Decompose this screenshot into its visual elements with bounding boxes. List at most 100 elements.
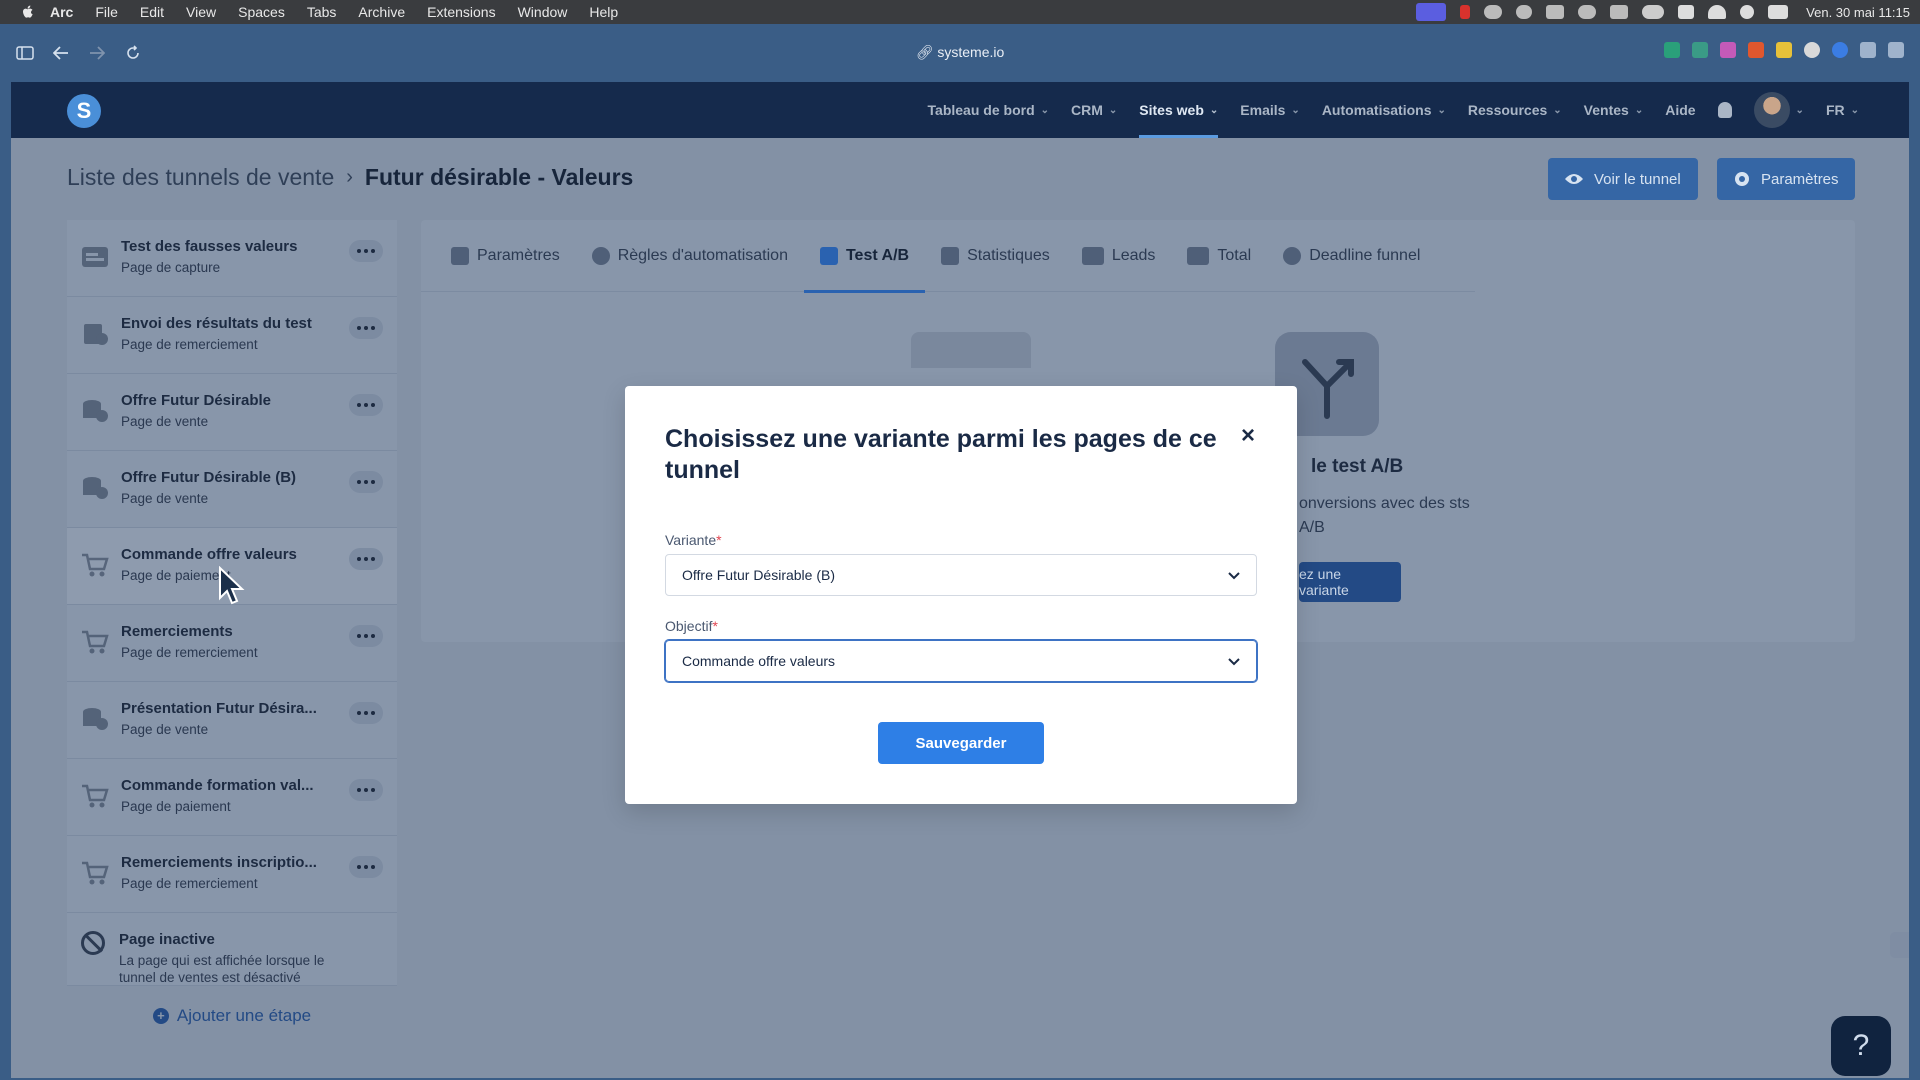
more-options-icon[interactable]	[349, 625, 383, 647]
step-type: Page de vente	[121, 491, 209, 506]
user-menu[interactable]: ⌄	[1753, 82, 1804, 138]
nav-emails[interactable]: Emails ⌄	[1240, 82, 1300, 138]
tab-automation-rules[interactable]: Règles d'automatisation	[591, 220, 788, 292]
objectif-select[interactable]: Commande offre valeurs	[665, 640, 1257, 682]
extension-icon[interactable]	[1860, 42, 1876, 58]
view-funnel-button[interactable]: Voir le tunnel	[1548, 158, 1698, 200]
menu-edit[interactable]: Edit	[140, 4, 164, 20]
variante-select[interactable]: Offre Futur Désirable (B)	[665, 554, 1257, 596]
nav-crm[interactable]: CRM ⌄	[1071, 82, 1117, 138]
link-icon: 🔗︎	[915, 44, 938, 60]
control-center-icon[interactable]	[1768, 5, 1789, 19]
close-icon[interactable]: ×	[1241, 422, 1255, 450]
step-item[interactable]: Remerciements Page de remerciement	[67, 605, 397, 682]
menu-app-name[interactable]: Arc	[50, 4, 73, 20]
more-options-icon[interactable]	[349, 240, 383, 262]
nav-automatisations[interactable]: Automatisations ⌄	[1322, 82, 1446, 138]
more-options-icon[interactable]	[349, 548, 383, 570]
cart-icon	[82, 630, 109, 654]
help-button[interactable]: ?	[1831, 1016, 1891, 1076]
search-icon[interactable]	[1740, 5, 1755, 19]
chevron-down-icon: ⌄	[1850, 104, 1859, 116]
status-icon[interactable]	[1484, 5, 1503, 19]
extension-icon[interactable]	[1804, 42, 1820, 58]
dropbox-icon[interactable]	[1610, 5, 1629, 19]
step-title: Offre Futur Désirable	[121, 392, 272, 409]
more-options-icon[interactable]	[349, 856, 383, 878]
objectif-label: Objectif*	[665, 618, 718, 634]
record-icon[interactable]	[1460, 5, 1471, 19]
step-item[interactable]: Envoi des résultats du test Page de reme…	[67, 297, 397, 374]
add-step-button[interactable]: + Ajouter une étape	[67, 985, 397, 1045]
nav-aide[interactable]: Aide	[1665, 82, 1695, 138]
more-options-icon[interactable]	[349, 702, 383, 724]
systeme-logo[interactable]: S	[67, 94, 101, 128]
back-arrow-icon[interactable]	[50, 42, 72, 64]
disabled-icon	[81, 931, 105, 955]
reload-icon[interactable]	[122, 42, 144, 64]
tab-leads[interactable]: Leads	[1081, 220, 1155, 292]
step-item[interactable]: Offre Futur Désirable Page de vente	[67, 374, 397, 451]
nav-ventes[interactable]: Ventes ⌄	[1584, 82, 1644, 138]
arc-icon[interactable]	[1578, 5, 1597, 19]
bell-icon[interactable]	[1717, 102, 1732, 118]
menu-window[interactable]: Window	[518, 4, 568, 20]
more-options-icon[interactable]	[349, 317, 383, 339]
save-button[interactable]: Sauvegarder	[878, 722, 1044, 764]
step-item[interactable]: Présentation Futur Désira... Page de ven…	[67, 682, 397, 759]
apple-icon[interactable]	[20, 4, 36, 20]
extension-icon[interactable]	[1832, 42, 1848, 58]
side-widget-icon[interactable]	[1890, 932, 1909, 958]
tab-total[interactable]: Total	[1187, 220, 1251, 292]
menu-tabs[interactable]: Tabs	[307, 4, 337, 20]
tab-statistics[interactable]: Statistiques	[941, 220, 1050, 292]
breadcrumb-parent[interactable]: Liste des tunnels de vente	[67, 164, 334, 191]
menu-file[interactable]: File	[95, 4, 118, 20]
avatar[interactable]	[1753, 92, 1790, 128]
forward-arrow-icon[interactable]	[86, 42, 108, 64]
menu-extensions[interactable]: Extensions	[427, 4, 495, 20]
url-bar[interactable]: 🔗︎ systeme.io	[0, 44, 1920, 61]
openai-icon[interactable]	[1516, 5, 1533, 19]
nav-sites-web[interactable]: Sites web ⌄	[1139, 82, 1218, 138]
variante-value: Offre Futur Désirable (B)	[682, 567, 836, 583]
extension-icon[interactable]	[1664, 42, 1680, 58]
nav-ressources[interactable]: Ressources ⌄	[1468, 82, 1562, 138]
menu-archive[interactable]: Archive	[358, 4, 405, 20]
step-item[interactable]: Offre Futur Désirable (B) Page de vente	[67, 451, 397, 528]
step-item[interactable]: Remerciements inscriptio... Page de reme…	[67, 836, 397, 913]
step-title: Envoi des résultats du test	[121, 315, 312, 332]
tab-parametres[interactable]: Paramètres	[451, 220, 560, 292]
nav-label: Ventes	[1583, 102, 1629, 118]
more-options-icon[interactable]	[349, 394, 383, 416]
menu-help[interactable]: Help	[589, 4, 618, 20]
settings-button[interactable]: Paramètres	[1717, 158, 1855, 200]
nav-tableau-de-bord[interactable]: Tableau de bord ⌄	[928, 82, 1049, 138]
chevron-down-icon: ⌄	[1040, 104, 1050, 116]
extension-icon[interactable]	[1748, 42, 1764, 58]
cloud-icon[interactable]	[1642, 5, 1665, 19]
more-options-icon[interactable]	[349, 471, 383, 493]
more-options-icon[interactable]	[349, 779, 383, 801]
font-icon[interactable]	[1678, 5, 1695, 19]
step-item[interactable]: Commande formation val... Page de paieme…	[67, 759, 397, 836]
clock[interactable]: Ven. 30 mai 11:15	[1806, 5, 1910, 20]
split-view-icon[interactable]	[1888, 42, 1904, 58]
extension-icon[interactable]	[1692, 42, 1708, 58]
step-item[interactable]: Test des fausses valeurs Page de capture	[67, 220, 397, 297]
wifi-icon[interactable]	[1708, 5, 1727, 19]
tab-deadline-funnel[interactable]: Deadline funnel	[1283, 220, 1420, 292]
menu-view[interactable]: View	[186, 4, 216, 20]
tab-ab-test[interactable]: Test A/B	[803, 220, 926, 293]
calendar-icon[interactable]	[1546, 5, 1565, 19]
extension-icon[interactable]	[1776, 42, 1792, 58]
create-variant-button[interactable]: ez une variante	[1299, 562, 1401, 602]
sidebar-toggle-icon[interactable]	[14, 42, 36, 64]
inactive-page-item[interactable]: Page inactive La page qui est affichée l…	[67, 913, 397, 985]
cart-icon	[82, 861, 109, 885]
screen-share-icon[interactable]	[1416, 3, 1447, 21]
menu-spaces[interactable]: Spaces	[238, 4, 285, 20]
chart-icon	[941, 246, 960, 265]
language-selector[interactable]: FR ⌄	[1826, 82, 1859, 138]
extension-icon[interactable]	[1720, 42, 1736, 58]
